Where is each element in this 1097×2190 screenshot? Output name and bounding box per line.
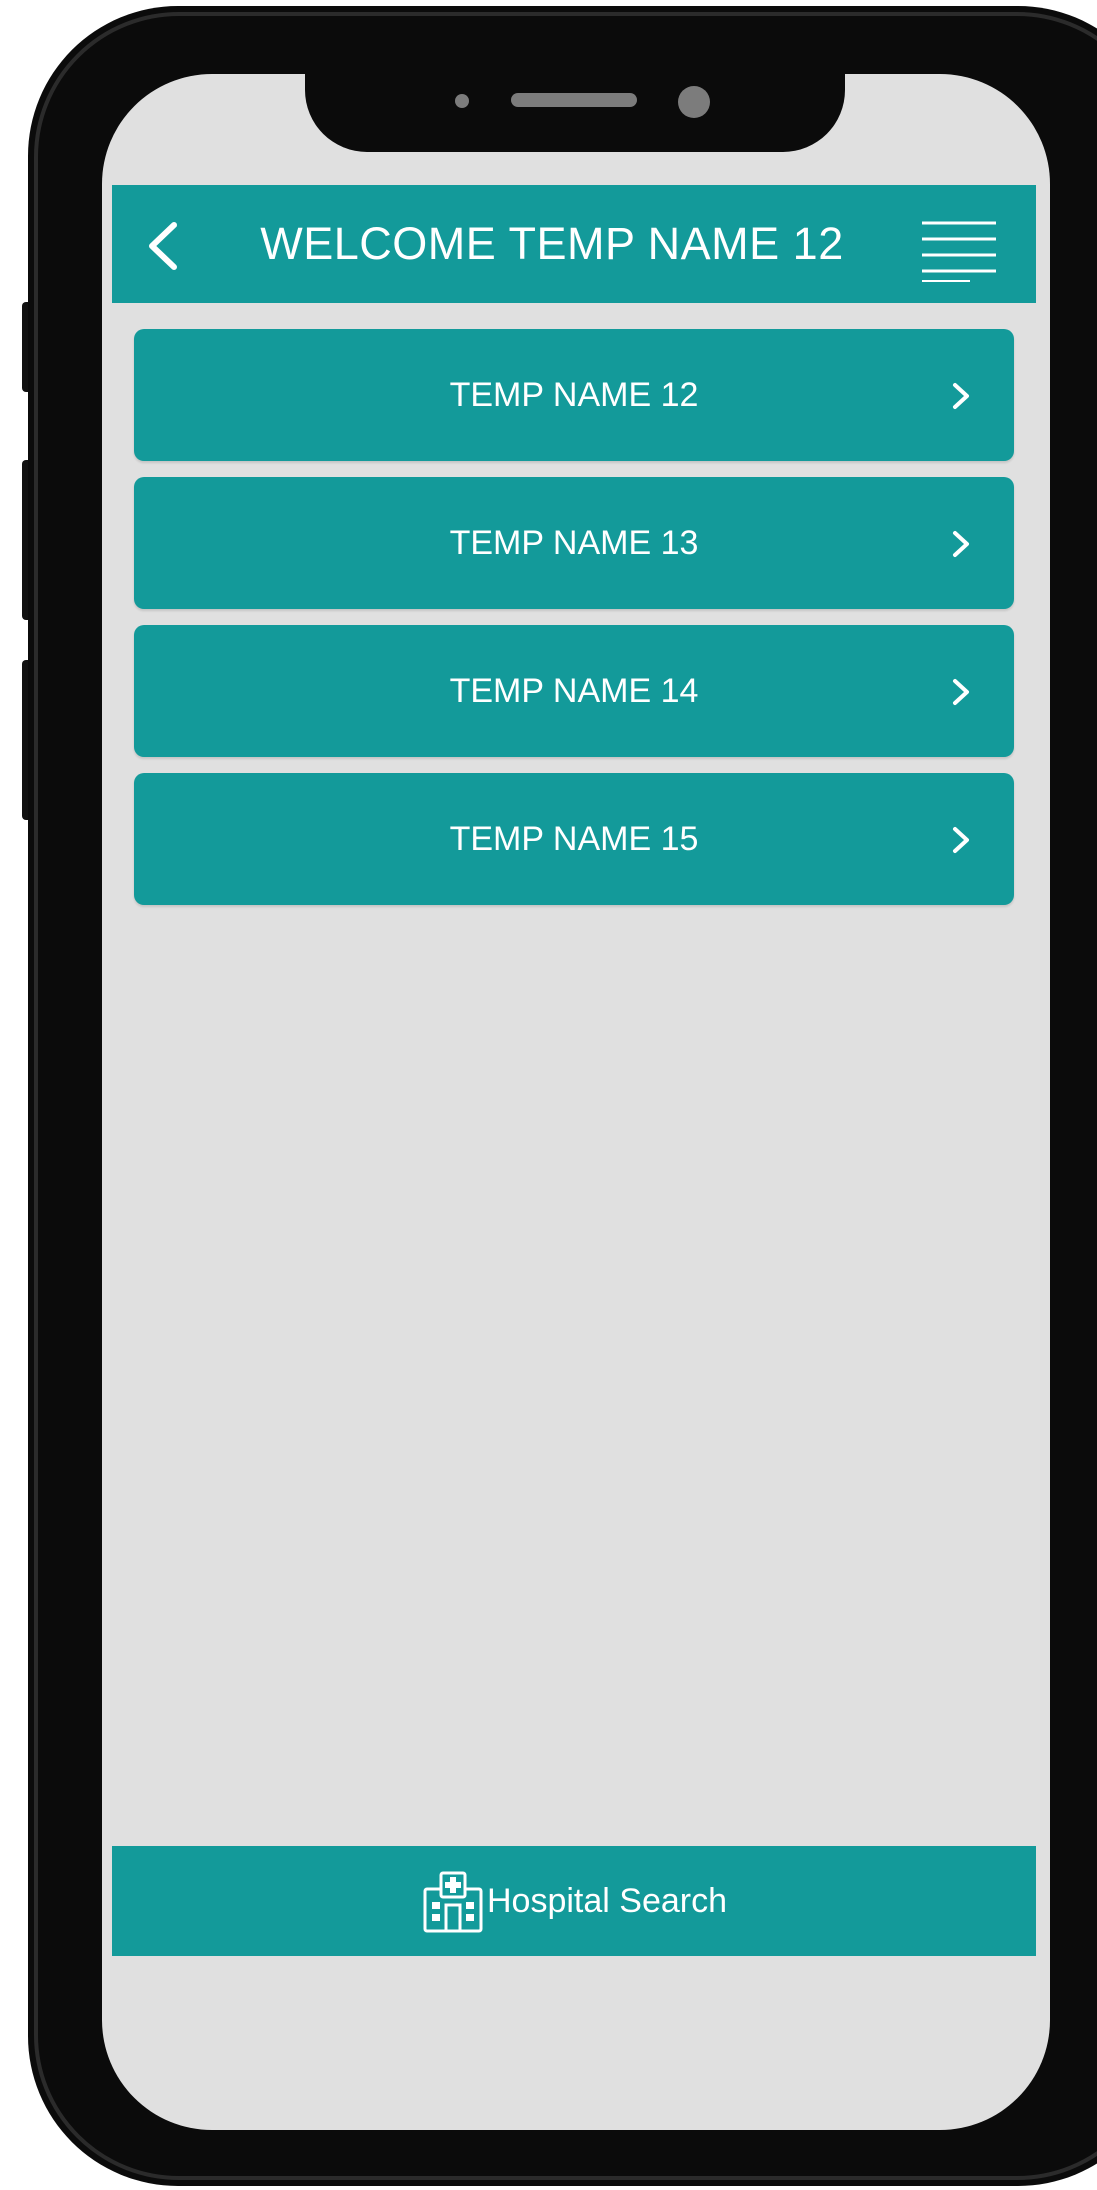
chevron-right-icon	[950, 825, 972, 855]
list-item-label: TEMP NAME 12	[449, 376, 699, 414]
chevron-right-icon	[950, 529, 972, 559]
list-item-label: TEMP NAME 13	[449, 524, 699, 562]
hamburger-menu-icon[interactable]	[920, 219, 998, 283]
list-item[interactable]: TEMP NAME 15	[134, 773, 1014, 905]
chevron-left-icon[interactable]	[142, 221, 186, 271]
name-list: TEMP NAME 12 TEMP NAME 13 TEMP NAME 14 T…	[134, 329, 1014, 921]
hospital-search-label: Hospital Search	[486, 1881, 727, 1920]
phone-screen: WELCOME TEMP NAME 12 TEMP NAME 12 TEMP N…	[102, 74, 1050, 2130]
list-item-label: TEMP NAME 14	[449, 672, 699, 710]
earpiece-speaker-icon	[511, 93, 637, 107]
page-title: WELCOME TEMP NAME 12	[260, 218, 844, 269]
proximity-sensor-icon	[455, 94, 469, 108]
device-mockup: WELCOME TEMP NAME 12 TEMP NAME 12 TEMP N…	[0, 0, 1097, 2190]
front-camera-icon	[678, 86, 710, 118]
list-item[interactable]: TEMP NAME 12	[134, 329, 1014, 461]
chevron-right-icon	[950, 381, 972, 411]
hospital-icon	[421, 1869, 485, 1933]
hospital-search-content: Hospital Search	[112, 1846, 1036, 1956]
hospital-search-button[interactable]: Hospital Search	[112, 1846, 1036, 1956]
chevron-right-icon	[950, 677, 972, 707]
list-item-label: TEMP NAME 15	[449, 820, 699, 858]
notch	[305, 74, 845, 152]
app-header: WELCOME TEMP NAME 12	[112, 185, 1036, 303]
list-item[interactable]: TEMP NAME 13	[134, 477, 1014, 609]
list-item[interactable]: TEMP NAME 14	[134, 625, 1014, 757]
